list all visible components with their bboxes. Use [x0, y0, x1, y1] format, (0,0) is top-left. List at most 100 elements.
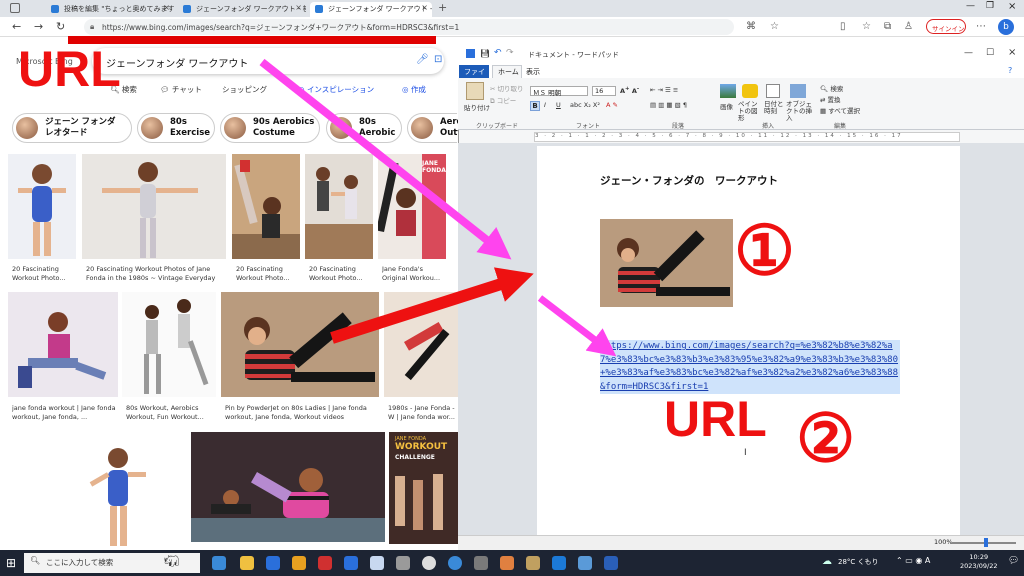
nav-shopping[interactable]: ショッピング [222, 84, 267, 95]
pasted-url-link[interactable]: https://www.bing.com/images/search?q=%e3… [600, 340, 900, 394]
result-image[interactable]: JANE FONDA [378, 154, 446, 259]
result-caption[interactable]: 20 Fascinating Workout Photos of Jane Fo… [86, 265, 226, 283]
pasted-image[interactable] [600, 219, 733, 307]
result-image[interactable]: JANE FONDA WORKOUT CHALLENGE [389, 432, 458, 544]
font-size-select[interactable]: 16 [592, 86, 616, 96]
result-image[interactable] [232, 154, 300, 259]
close-icon[interactable]: × [295, 3, 302, 12]
new-tab-icon[interactable]: + [438, 1, 447, 14]
microphone-icon[interactable]: 🎤︎ [416, 54, 429, 65]
result-image[interactable] [384, 292, 458, 397]
tab-view[interactable]: 表示 [526, 65, 540, 77]
result-caption[interactable]: jane fonda workout | Jane fonda workout,… [12, 404, 118, 422]
bold-button[interactable]: B [530, 101, 540, 111]
collections-icon[interactable]: ⧉ [884, 21, 891, 32]
weather-text[interactable]: 28°C くもり [838, 557, 879, 567]
edge-icon[interactable] [212, 556, 226, 570]
result-caption[interactable]: Jane Fonda's Original Workou... [382, 265, 446, 283]
tab-bing-search[interactable]: ジェーンフォンダ ワークアウト - 検索 × [178, 2, 306, 17]
tab-bing-images[interactable]: ジェーンフォンダ ワークアウト - Bing im × [310, 2, 432, 17]
result-image[interactable] [305, 154, 373, 259]
grow-font-icon[interactable]: A+ A- [620, 86, 639, 95]
chip-leotard[interactable]: ジェーン フォンダ レオタード [12, 113, 132, 143]
close-icon[interactable]: × [1008, 47, 1016, 58]
notepad-icon[interactable] [396, 556, 410, 570]
replace-button[interactable]: ⇄ 置換 [820, 94, 841, 104]
underline-button[interactable]: U [556, 101, 561, 109]
datetime-button[interactable]: 日付と時刻 [764, 101, 784, 115]
nav-chat[interactable]: 💬︎ チャット [160, 84, 202, 95]
split-icon[interactable]: ▯ [840, 21, 846, 32]
calendar-icon[interactable] [766, 84, 780, 98]
settings-icon[interactable] [474, 556, 488, 570]
picture-icon[interactable] [720, 84, 736, 98]
chip-90s-aerobics[interactable]: 90s Aerobics Costume [220, 113, 320, 143]
notification-icon[interactable]: 💬︎ [1008, 556, 1019, 566]
translate-icon[interactable]: ⌘ [746, 21, 756, 32]
cut-button[interactable]: ✂ 切り取り [490, 83, 524, 93]
undo-icon[interactable]: ↶ [494, 48, 502, 58]
result-image[interactable] [8, 154, 76, 259]
paint-button[interactable]: ペイントの図形 [738, 101, 762, 122]
minimize-icon[interactable]: — [966, 1, 975, 11]
tab-home[interactable]: ホーム [492, 65, 522, 78]
close-icon[interactable]: × [421, 3, 428, 12]
wordpad-taskbar-icon[interactable] [370, 556, 384, 570]
signin-button[interactable]: サインイン [926, 19, 966, 34]
result-image[interactable] [122, 292, 216, 397]
object-button[interactable]: オブジェクトの挿入 [786, 101, 814, 122]
clock[interactable]: 10:29 2023/09/22 [960, 553, 997, 571]
paint-taskbar-icon[interactable] [500, 556, 514, 570]
file-explorer-icon[interactable] [240, 556, 254, 570]
app-icon[interactable] [318, 556, 332, 570]
result-image[interactable] [82, 154, 226, 259]
font-color-icon[interactable]: A ✎ [606, 101, 618, 109]
more-icon[interactable]: ⋯ [976, 21, 986, 32]
chrome-icon[interactable] [422, 556, 436, 570]
close-icon[interactable]: × [163, 3, 170, 12]
wordpad-app-icon[interactable] [604, 556, 618, 570]
ruler[interactable]: 3 · 2 · 1 · 1 · 2 · 3 · 4 · 5 · 6 · 7 · … [534, 132, 960, 142]
select-all-button[interactable]: ▦ すべて選択 [820, 105, 860, 115]
paste-button[interactable]: 貼り付け [464, 102, 490, 112]
system-tray-icons[interactable]: ⌃ ▭ ◉ A [896, 556, 930, 565]
profile-icon[interactable]: ♙ [904, 21, 913, 32]
help-icon[interactable]: ? [1008, 66, 1012, 75]
object-icon[interactable] [790, 84, 806, 98]
chip-80s-exercise[interactable]: 80s Exercise [137, 113, 215, 143]
search-input[interactable]: ジェーンフォンダ ワークアウト 🎤︎ ⊡ [92, 48, 444, 74]
address-bar[interactable]: 🔒︎ https://www.bing.com/images/search?q=… [84, 19, 734, 35]
file-menu[interactable]: ファイル [459, 65, 489, 86]
paste-icon[interactable] [466, 82, 484, 100]
tab-actions-icon[interactable] [10, 3, 20, 13]
find-button[interactable]: 🔍︎ 検索 [820, 83, 843, 93]
save-icon[interactable]: 💾︎ [480, 49, 490, 58]
tab-wordpress[interactable]: 投稿を編集 "ちょっと奥めてみます × [46, 2, 174, 17]
minimize-icon[interactable]: — [964, 48, 973, 58]
store-icon[interactable] [552, 556, 566, 570]
word-icon[interactable] [344, 556, 358, 570]
result-caption[interactable]: 1980s - Jane Fonda - W | Jane fonda wor.… [388, 404, 458, 422]
result-caption[interactable]: 20 Fascinating Workout Photo... [236, 265, 300, 283]
result-caption[interactable]: 20 Fascinating Workout Photo... [309, 265, 373, 283]
close-window-icon[interactable]: × [1008, 1, 1016, 12]
paint-icon[interactable] [742, 84, 758, 98]
favorites-icon[interactable]: ☆ [862, 21, 871, 32]
result-image[interactable] [221, 292, 379, 397]
maximize-icon[interactable]: ❐ [986, 1, 994, 11]
windows-start-icon[interactable]: ⊞ [6, 556, 16, 570]
copy-button[interactable]: ⧉ コピー [490, 95, 516, 106]
visual-search-icon[interactable]: ⊡ [434, 54, 442, 65]
mail-icon[interactable] [266, 556, 280, 570]
strikethrough-button[interactable]: abc X₂ X² [570, 101, 600, 109]
result-image[interactable] [8, 292, 118, 397]
bing-chat-icon[interactable]: b [998, 19, 1014, 35]
browser-icon[interactable] [448, 556, 462, 570]
result-caption[interactable]: 20 Fascinating Workout Photo... [12, 265, 76, 283]
app2-icon[interactable] [578, 556, 592, 570]
nav-create[interactable]: ◎ 作成 [402, 84, 426, 95]
font-name-select[interactable]: ＭＳ 明朝 [530, 86, 588, 97]
redo-icon[interactable]: ↷ [506, 48, 514, 58]
italic-button[interactable]: I [544, 101, 546, 109]
chip-80s-aerobic[interactable]: 80s Aerobic [326, 113, 402, 143]
